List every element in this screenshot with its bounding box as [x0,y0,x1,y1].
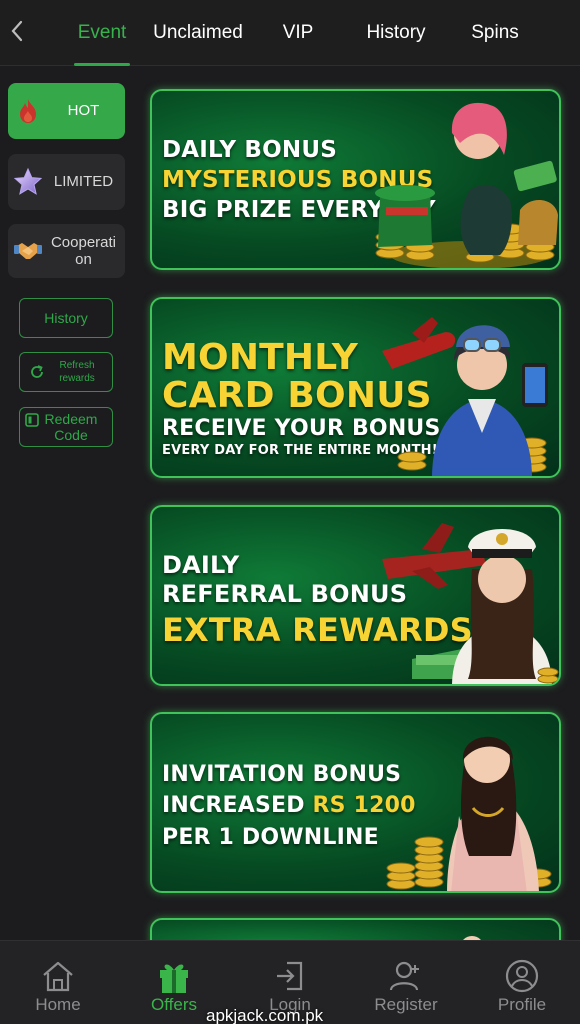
category-hot-label: HOT [67,102,100,120]
flame-icon [8,98,48,124]
tab-list: Event Unclaimed VIP History Spins [62,0,580,66]
category-limited-label: LIMITED [53,173,114,191]
tab-history[interactable]: History [342,0,450,66]
nav-offers-label: Offers [151,995,197,1014]
nav-register[interactable]: Register [348,941,464,1024]
redeem-code-label: Redeem Code [44,410,98,443]
banner-line: INVITATION BONUS [162,762,402,787]
nav-home-label: Home [35,995,81,1014]
refresh-icon [31,365,43,378]
banner-line: REFERRAL BONUS [162,580,408,608]
home-icon [40,957,76,995]
refresh-rewards-label: Refresh rewards [59,360,95,384]
invitation-bonus-banner[interactable]: INVITATION BONUS INCREASED RS 1200 PER 1… [150,712,561,893]
captain-illustration [382,523,559,684]
woman-illustration [386,736,552,891]
handshake-icon [8,239,48,263]
referral-bonus-banner[interactable]: DAILY REFERRAL BONUS EXTRA REWARDS [150,505,561,686]
chevron-left-icon [11,20,23,42]
daily-bonus-banner[interactable]: DAILY BONUS MYSTERIOUS BONUS BIG PRIZE E… [150,89,561,270]
watermark: apkjack.com.pk [206,1006,324,1024]
tab-vip[interactable]: VIP [254,0,342,66]
category-limited[interactable]: LIMITED [8,154,125,210]
banner-line-text: INCREASED [162,793,305,818]
pilot-illustration [382,317,548,476]
redeem-code-button[interactable]: Redeem Code [19,407,113,447]
back-button[interactable] [6,16,28,46]
category-cooperation[interactable]: Cooperati on [8,224,125,278]
nav-register-label: Register [374,995,438,1014]
banner-line: DAILY BONUS [162,137,337,163]
nav-home[interactable]: Home [0,941,116,1024]
profile-icon [504,957,540,995]
character-illustration [375,102,558,268]
add-user-icon [389,957,423,995]
login-icon [275,957,305,995]
category-cooperation-label: Cooperati on [50,233,117,268]
category-hot[interactable]: HOT [8,83,125,139]
monthly-card-bonus-banner[interactable]: MONTHLY CARD BONUS RECEIVE YOUR BONUS EV… [150,297,561,478]
nav-profile-label: Profile [497,995,547,1014]
nav-profile[interactable]: Profile [464,941,580,1024]
ticket-icon [25,413,39,427]
banner-line: DAILY [162,551,240,579]
refresh-rewards-button[interactable]: Refresh rewards [19,352,113,392]
tab-spins[interactable]: Spins [450,0,540,66]
gift-icon [157,957,191,995]
banner-line: PER 1 DOWNLINE [162,825,379,850]
top-tab-bar: Event Unclaimed VIP History Spins [0,0,580,66]
banner-line: MONTHLY [162,337,359,378]
star-icon [8,167,48,197]
tab-unclaimed[interactable]: Unclaimed [142,0,254,66]
tab-event[interactable]: Event [62,0,142,66]
history-button-label: History [44,310,88,326]
history-button[interactable]: History [19,298,113,338]
